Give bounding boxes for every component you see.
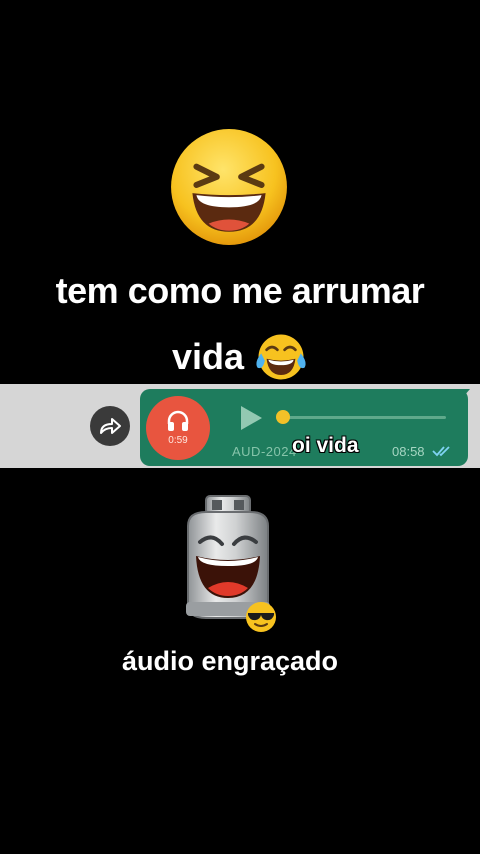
double-check-icon (432, 446, 450, 457)
audio-progress-track[interactable] (280, 416, 446, 419)
headphones-icon (167, 410, 189, 431)
audio-progress-knob[interactable] (276, 410, 290, 424)
audio-avatar: 0:59 (146, 396, 210, 460)
message-time: 08:58 (392, 444, 425, 459)
overlay-text: oi vida (292, 434, 359, 457)
caption-line-1: tem como me arrumar (55, 270, 425, 311)
forward-icon (100, 418, 121, 434)
caption-line-2: vida (0, 330, 480, 384)
audio-duration: 0:59 (168, 435, 188, 446)
caption-bottom: áudio engraçado (121, 646, 339, 676)
caption-line-2-text: vida (171, 336, 245, 377)
grinning-squinting-face-icon (171, 129, 287, 245)
play-icon[interactable] (238, 404, 264, 432)
tears-of-joy-icon (256, 334, 306, 380)
audio-file-label: AUD-2024 (232, 444, 297, 459)
sunglasses-face-icon (246, 602, 276, 632)
forward-button[interactable] (90, 406, 130, 446)
bubble-tail (458, 389, 470, 403)
